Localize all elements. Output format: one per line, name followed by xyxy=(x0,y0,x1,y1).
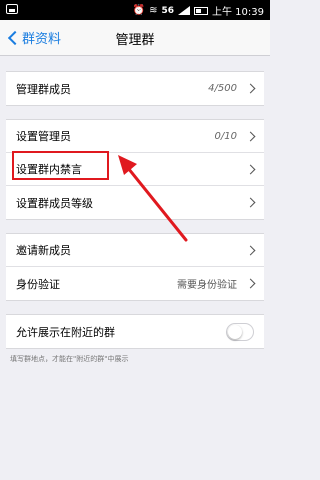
chevron-right-icon xyxy=(245,278,256,289)
row-label: 设置群成员等级 xyxy=(16,196,93,210)
nearby-hint-text: 填写群地点，才能在"附近的群"中展示 xyxy=(10,355,129,363)
status-bar: ⏰ ≋ 56 上午 10:39 xyxy=(0,0,270,20)
group-nearby: 允许展示在附近的群 xyxy=(6,314,264,349)
group-members: 管理群成员 4/500 xyxy=(6,71,264,106)
row-label: 允许展示在附近的群 xyxy=(16,325,115,339)
alarm-icon: ⏰ xyxy=(132,5,146,16)
manage-members-row[interactable]: 管理群成员 4/500 xyxy=(6,72,264,105)
invite-members-row[interactable]: 邀请新成员 xyxy=(6,234,264,267)
nearby-toggle-switch[interactable] xyxy=(226,322,254,341)
identity-verification-row[interactable]: 身份验证 需要身份验证 xyxy=(6,267,264,300)
signal-icon xyxy=(178,6,190,15)
group-settings: 设置管理员 0/10 设置群内禁言 设置群成员等级 xyxy=(6,119,264,220)
member-level-row[interactable]: 设置群成员等级 xyxy=(6,186,264,219)
chevron-right-icon xyxy=(245,197,256,208)
status-time: 上午 10:39 xyxy=(212,7,264,18)
wifi-icon: ≋ xyxy=(149,5,158,16)
row-label: 设置管理员 xyxy=(16,130,71,143)
battery-icon xyxy=(194,6,208,15)
status-left xyxy=(6,4,18,17)
chevron-right-icon xyxy=(245,131,256,141)
row-value: 0/10 xyxy=(214,130,237,142)
chevron-right-icon xyxy=(245,164,256,174)
row-label: 设置群内禁言 xyxy=(16,163,82,176)
gallery-icon xyxy=(6,4,18,14)
group-invite: 邀请新成员 身份验证 需要身份验证 xyxy=(6,233,264,301)
status-right: ⏰ ≋ 56 上午 10:39 xyxy=(133,3,264,18)
row-label: 管理群成员 xyxy=(16,82,71,96)
network-type: 56 xyxy=(161,5,174,16)
page-title: 管理群 xyxy=(115,33,155,48)
navigation-bar: 群资料 管理群 xyxy=(0,20,270,56)
set-admin-row[interactable]: 设置管理员 0/10 xyxy=(6,120,264,153)
row-value: 4/500 xyxy=(208,83,237,94)
chevron-right-icon xyxy=(245,245,256,255)
show-nearby-row: 允许展示在附近的群 xyxy=(6,315,264,348)
row-label: 身份验证 xyxy=(16,277,60,291)
mute-members-row[interactable]: 设置群内禁言 xyxy=(6,153,264,186)
row-value: 需要身份验证 xyxy=(177,280,237,291)
row-label: 邀请新成员 xyxy=(16,244,71,257)
chevron-right-icon xyxy=(245,83,256,94)
toggle-knob xyxy=(228,324,242,339)
